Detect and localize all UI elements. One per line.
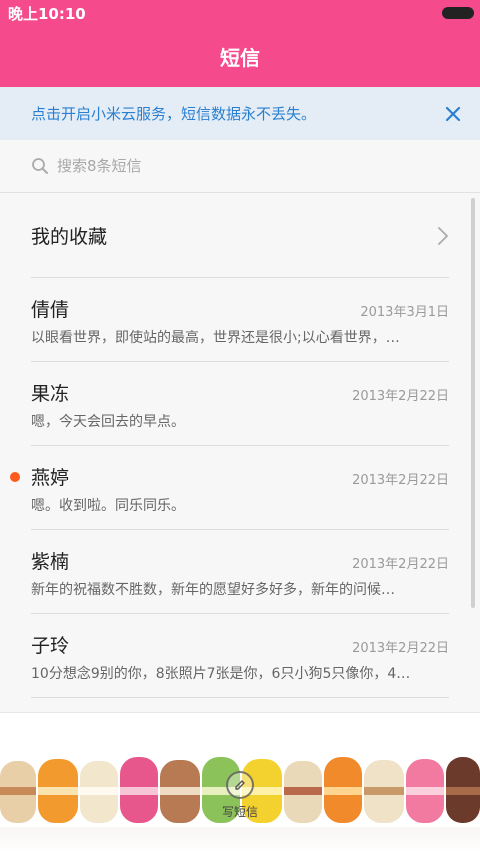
contact-name: 紫楠 — [31, 551, 70, 573]
message-date: 2013年2月22日 — [352, 557, 449, 572]
conversation-row[interactable]: 果冻 2013年2月22日 嗯，今天会回去的早点。 — [31, 362, 449, 446]
compose-icon — [226, 771, 254, 799]
unread-dot-icon — [10, 472, 20, 482]
favorites-label: 我的收藏 — [31, 226, 108, 248]
message-date: 2013年2月22日 — [352, 389, 449, 404]
contact-name: 果冻 — [31, 383, 70, 405]
conversation-list[interactable]: 我的收藏 倩倩 2013年3月1日 以眼看世界，即使站的最高，世界还是很小;以心… — [0, 194, 480, 712]
cloud-service-banner[interactable]: 点击开启小米云服务，短信数据永不丢失。 — [0, 87, 480, 140]
contact-name: 燕婷 — [31, 467, 70, 489]
cloud-banner-text[interactable]: 点击开启小米云服务，短信数据永不丢失。 — [31, 103, 316, 124]
contact-name: 倩倩 — [31, 299, 70, 321]
favorites-row[interactable]: 我的收藏 — [31, 194, 449, 278]
search-bar[interactable] — [0, 140, 480, 193]
message-preview: 嗯。收到啦。同乐同乐。 — [31, 498, 185, 514]
conversation-row[interactable]: 紫楠 2013年2月22日 新年的祝福数不胜数，新年的愿望好多好多，新年的问候… — [31, 530, 449, 614]
message-preview: 嗯，今天会回去的早点。 — [31, 414, 185, 430]
compose-label: 写短信 — [221, 805, 258, 819]
conversation-row[interactable]: 倩倩 2013年3月1日 以眼看世界，即使站的最高，世界还是很小;以心看世界，… — [31, 278, 449, 362]
message-preview: 新年的祝福数不胜数，新年的愿望好多好多，新年的问候… — [31, 582, 395, 598]
status-bar: 晚上10:10 — [0, 0, 480, 26]
close-icon — [445, 106, 461, 121]
status-time: 晚上10:10 — [8, 4, 86, 23]
battery-icon — [442, 7, 474, 19]
bottom-bar: 写短信 — [0, 712, 480, 853]
conversation-row[interactable]: 子玲 2013年2月22日 10分想念9别的你，8张照片7张是你，6只小狗5只像… — [31, 614, 449, 698]
close-banner-button[interactable] — [440, 101, 466, 127]
message-preview: 以眼看世界，即使站的最高，世界还是很小;以心看世界，… — [31, 330, 400, 346]
page-title: 短信 — [220, 46, 260, 70]
chevron-right-icon — [438, 226, 448, 245]
message-preview: 10分想念9别的你，8张照片7张是你，6只小狗5只像你，4… — [31, 666, 411, 682]
compose-button[interactable]: 写短信 — [218, 771, 262, 833]
list-scrollbar[interactable] — [471, 198, 475, 608]
contact-name: 子玲 — [31, 635, 70, 657]
search-input[interactable] — [57, 157, 417, 175]
message-date: 2013年2月22日 — [352, 473, 449, 488]
conversation-row[interactable]: 燕婷 2013年2月22日 嗯。收到啦。同乐同乐。 — [10, 446, 449, 530]
message-date: 2013年3月1日 — [360, 305, 449, 320]
search-icon — [32, 158, 48, 174]
message-date: 2013年2月22日 — [352, 641, 449, 656]
app-header: 短信 — [0, 26, 480, 87]
